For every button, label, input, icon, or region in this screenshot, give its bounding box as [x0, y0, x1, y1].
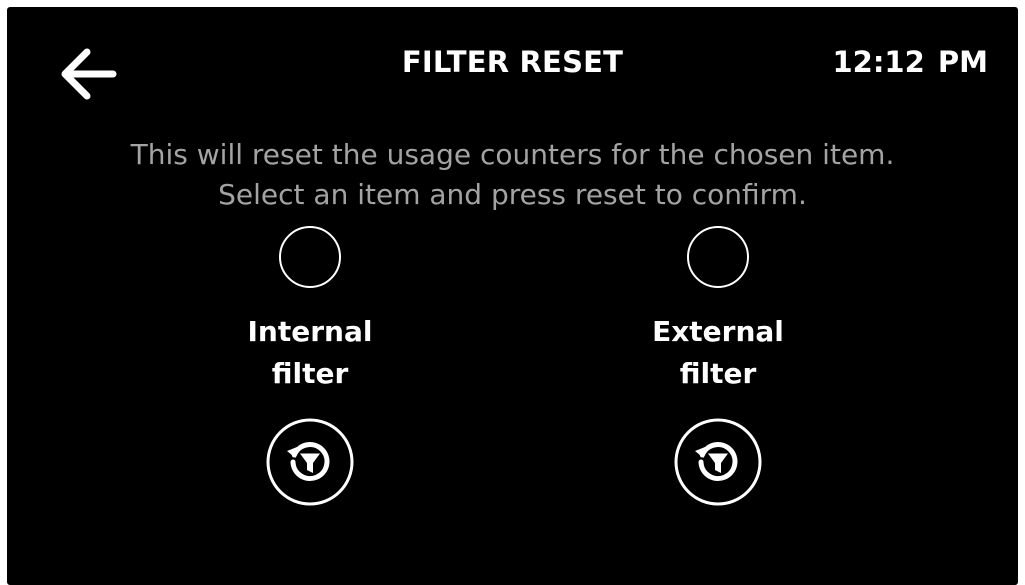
external-filter-reset-button[interactable]	[673, 417, 763, 507]
external-filter-radio[interactable]	[687, 226, 749, 288]
external-filter-label-line-1: External	[652, 315, 784, 348]
internal-filter-label-line-2: filter	[271, 357, 349, 390]
instructions-text: This will reset the usage counters for t…	[7, 135, 1018, 215]
external-filter-label-line-2: filter	[679, 357, 757, 390]
internal-filter-label: Internal filter	[190, 311, 430, 395]
external-filter-label: External filter	[598, 311, 838, 395]
clock: 12:12 PM	[832, 45, 988, 79]
external-filter-option: External filter	[598, 226, 838, 507]
internal-filter-radio[interactable]	[279, 226, 341, 288]
instructions-line-1: This will reset the usage counters for t…	[130, 138, 895, 171]
internal-filter-label-line-1: Internal	[247, 315, 373, 348]
instructions-line-2: Select an item and press reset to confir…	[218, 178, 807, 211]
internal-filter-reset-button[interactable]	[265, 417, 355, 507]
filter-reset-screen: FILTER RESET 12:12 PM This will reset th…	[7, 7, 1018, 585]
filter-reset-icon	[674, 418, 762, 506]
filter-reset-icon	[266, 418, 354, 506]
internal-filter-option: Internal filter	[190, 226, 430, 507]
